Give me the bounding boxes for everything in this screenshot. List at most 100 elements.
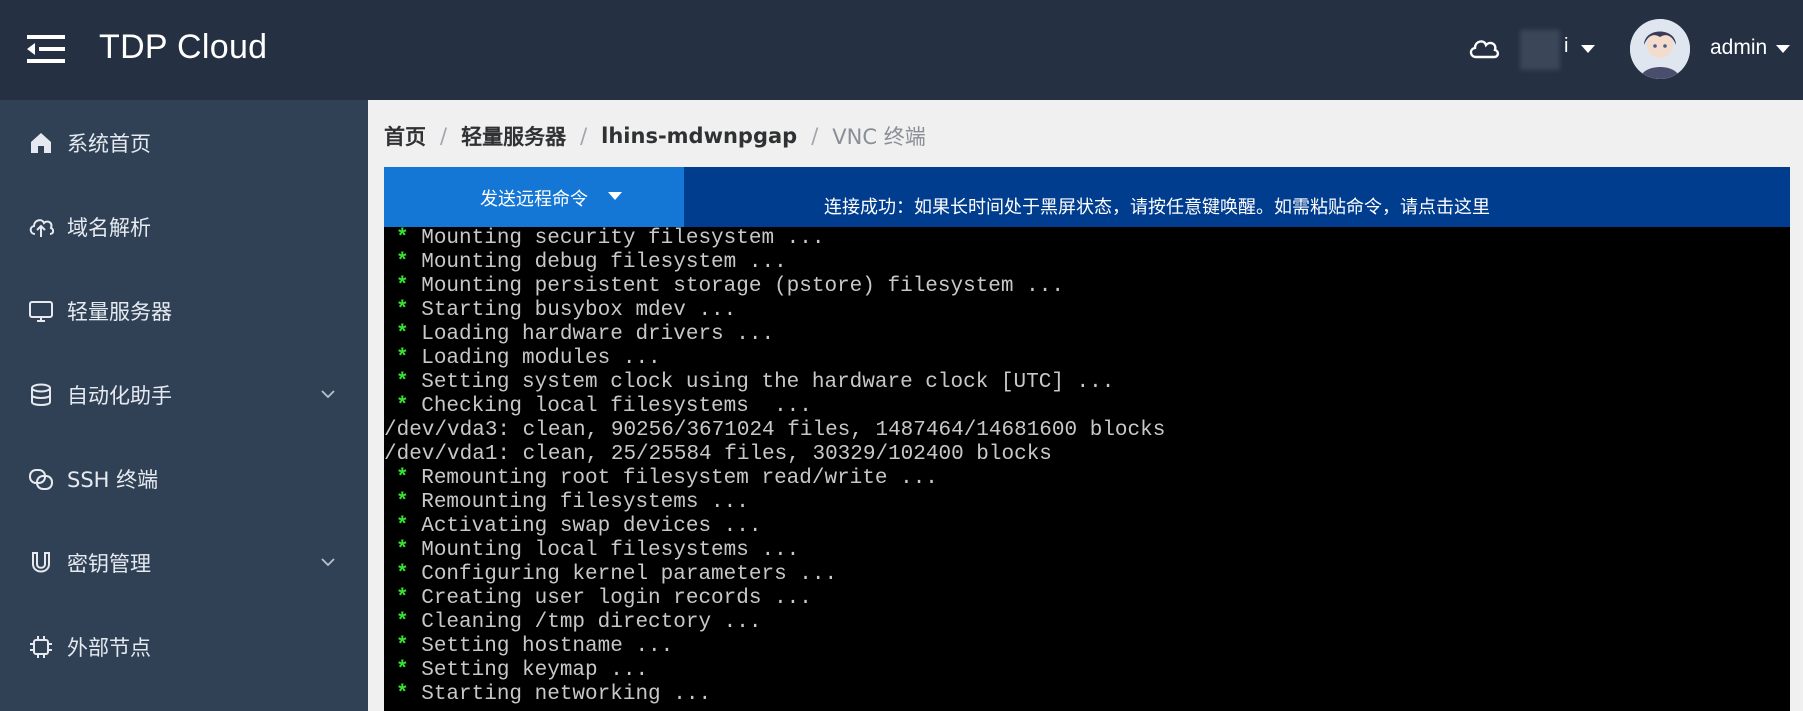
terminal-line: * Mounting security filesystem ...	[396, 227, 824, 251]
terminal-line-marker: *	[396, 347, 409, 370]
sidebar-item-label: SSH 终端	[67, 468, 159, 492]
avatar-image	[1630, 19, 1690, 79]
terminal-line-marker: *	[396, 251, 409, 274]
sidebar-item-label: 自动化助手	[67, 384, 172, 408]
terminal-line: * Setting system clock using the hardwar…	[396, 371, 1114, 395]
terminal-line: * Mounting persistent storage (pstore) f…	[396, 275, 1064, 299]
region-caret-down-icon[interactable]	[1581, 45, 1595, 53]
terminal-line-text: Setting hostname ...	[408, 635, 674, 658]
terminal-line: * Checking local filesystems ...	[396, 395, 812, 419]
monitor-icon	[29, 301, 53, 322]
terminal-line-text: Mounting persistent storage (pstore) fil…	[408, 275, 1064, 298]
terminal-line: * Mounting local filesystems ...	[396, 539, 799, 563]
terminal-line-text: Mounting security filesystem ...	[408, 227, 825, 250]
terminal-line-text: Mounting debug filesystem ...	[408, 251, 787, 274]
terminal-line-text: Cleaning /tmp directory ...	[408, 611, 762, 634]
send-command-label: 发送远程命令	[480, 189, 588, 210]
terminal-line-text: Remounting root filesystem read/write ..…	[408, 467, 938, 490]
terminal-line: * Cleaning /tmp directory ...	[396, 611, 761, 635]
connection-status-message[interactable]: 连接成功：如果长时间处于黑屏状态，请按任意键唤醒。如需粘贴命令，请点击这里	[824, 193, 1490, 219]
terminal-line: /dev/vda1: clean, 25/25584 files, 30329/…	[384, 443, 1052, 467]
terminal-line-marker: *	[396, 323, 409, 346]
terminal-line-text: Checking local filesystems ...	[408, 395, 812, 418]
terminal-line: * Remounting root filesystem read/write …	[396, 467, 938, 491]
terminal-line-marker: *	[396, 491, 409, 514]
terminal-line: * Loading modules ...	[396, 347, 661, 371]
vnc-toolbar: 发送远程命令 连接成功：如果长时间处于黑屏状态，请按任意键唤醒。如需粘贴命令，请…	[384, 167, 1790, 227]
terminal-line-marker: *	[396, 371, 409, 394]
terminal-line: /dev/vda3: clean, 90256/3671024 files, 1…	[384, 419, 1165, 443]
terminal-line: * Mounting debug filesystem ...	[396, 251, 787, 275]
terminal-line: * Loading hardware drivers ...	[396, 323, 774, 347]
sidebar-item-label: 域名解析	[67, 216, 151, 240]
breadcrumb-instance[interactable]: lhins-mdwnpgap	[601, 124, 797, 148]
terminal-line-marker: *	[396, 227, 409, 250]
sidebar-item-label: 密钥管理	[67, 552, 151, 576]
breadcrumb-home[interactable]: 首页	[384, 121, 426, 151]
sidebar-item-lightweight-server[interactable]: 轻量服务器	[0, 268, 368, 352]
terminal-line-text: Mounting local filesystems ...	[408, 539, 800, 562]
terminal-line-marker: *	[396, 275, 409, 298]
terminal-line-marker: *	[396, 467, 409, 490]
terminal-line-marker: *	[396, 683, 409, 706]
chip-icon	[30, 636, 52, 658]
terminal-line-text: Setting system clock using the hardware …	[408, 371, 1115, 394]
caret-down-icon	[608, 192, 622, 200]
terminal-line: * Activating swap devices ...	[396, 515, 761, 539]
terminal-line-text: /dev/vda1: clean, 25/25584 files, 30329/…	[384, 443, 1052, 466]
terminal-line-marker: *	[396, 539, 409, 562]
terminal-line-marker: *	[396, 611, 409, 634]
breadcrumb-current: VNC 终端	[832, 125, 926, 149]
terminal-line-text: Setting keymap ...	[408, 659, 649, 682]
cloud-upload-icon	[29, 219, 54, 237]
magnet-icon	[32, 552, 50, 573]
sidebar-item-external-nodes[interactable]: 外部节点	[0, 604, 368, 688]
terminal-line-marker: *	[396, 563, 409, 586]
terminal-line: * Configuring kernel parameters ...	[396, 563, 837, 587]
menu-toggle-icon[interactable]	[27, 34, 65, 64]
terminal-line-text: Starting busybox mdev ...	[408, 299, 737, 322]
sidebar-item-keys[interactable]: 密钥管理	[0, 520, 368, 604]
terminal-line: * Creating user login records ...	[396, 587, 812, 611]
breadcrumb-separator: /	[811, 124, 819, 148]
terminal-line-text: Configuring kernel parameters ...	[408, 563, 838, 586]
chevron-down-icon	[321, 558, 335, 567]
sidebar-item-ssh[interactable]: SSH 终端	[0, 436, 368, 520]
terminal-line-marker: *	[396, 395, 409, 418]
link-icon	[29, 469, 53, 490]
breadcrumb-separator: /	[440, 124, 448, 148]
sidebar-item-home[interactable]: 系统首页	[0, 100, 368, 184]
avatar[interactable]	[1630, 19, 1690, 79]
terminal-line-marker: *	[396, 299, 409, 322]
terminal-line: * Setting keymap ...	[396, 659, 648, 683]
terminal-line-text: Loading modules ...	[408, 347, 661, 370]
terminal-line-text: Activating swap devices ...	[408, 515, 762, 538]
region-redacted	[1520, 30, 1560, 70]
cloud-icon[interactable]	[1467, 31, 1501, 65]
terminal-line-text: Creating user login records ...	[408, 587, 812, 610]
terminal-line-text: Remounting filesystems ...	[408, 491, 749, 514]
terminal-line-text: /dev/vda3: clean, 90256/3671024 files, 1…	[384, 419, 1166, 442]
sidebar-item-automation[interactable]: 自动化助手	[0, 352, 368, 436]
vnc-terminal-screen[interactable]: * Mounting security filesystem ... * Moun…	[384, 227, 1790, 711]
sidebar-item-label: 轻量服务器	[67, 300, 172, 324]
breadcrumb: 首页 / 轻量服务器 / lhins-mdwnpgap / VNC 终端	[384, 122, 926, 150]
sidebar-item-dns[interactable]: 域名解析	[0, 184, 368, 268]
terminal-line: * Starting networking ...	[396, 683, 711, 707]
region-label[interactable]: i	[1564, 35, 1568, 58]
sidebar-item-label: 外部节点	[67, 636, 151, 660]
home-icon	[31, 133, 51, 153]
send-command-button[interactable]: 发送远程命令	[384, 167, 684, 227]
sidebar-item-label: 系统首页	[67, 132, 151, 156]
terminal-line: * Setting hostname ...	[396, 635, 673, 659]
user-caret-down-icon[interactable]	[1776, 45, 1790, 53]
user-name[interactable]: admin	[1710, 36, 1767, 60]
chevron-down-icon	[321, 390, 335, 399]
breadcrumb-lightweight-server[interactable]: 轻量服务器	[461, 121, 566, 151]
terminal-line-marker: *	[396, 659, 409, 682]
terminal-line: * Remounting filesystems ...	[396, 491, 749, 515]
breadcrumb-separator: /	[580, 124, 588, 148]
terminal-line-marker: *	[396, 515, 409, 538]
terminal-line-text: Loading hardware drivers ...	[408, 323, 775, 346]
database-icon	[31, 383, 51, 406]
